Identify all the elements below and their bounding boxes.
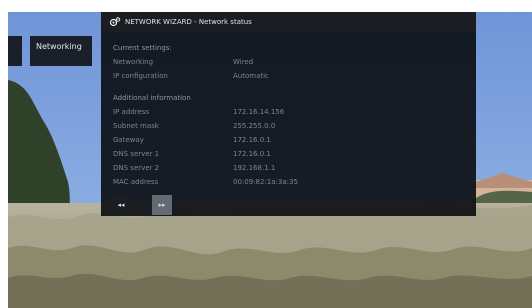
additional-information-heading: Additional information: [113, 94, 191, 102]
network-wizard-panel: NETWORK WIZARD - Network status Current …: [101, 12, 476, 216]
rewind-icon: ◂◂: [117, 201, 125, 209]
tv-screen: Networking NETWORK WIZARD - Network stat…: [8, 12, 532, 308]
sidebar-item-networking[interactable]: Networking: [30, 36, 92, 66]
dns-server-1-label: DNS server 1: [113, 150, 160, 158]
mac-address-label: MAC address: [113, 178, 159, 186]
sidebar-collapsed-tab[interactable]: [8, 36, 22, 66]
dns-server-2-label: DNS server 2: [113, 164, 160, 172]
gateway-value: 172.16.0.1: [233, 136, 271, 144]
dns-server-1-value: 172.16.0.1: [233, 150, 271, 158]
fast-forward-icon: ▸▸: [158, 201, 166, 209]
gear-icon: [109, 17, 121, 27]
window-title: NETWORK WIZARD - Network status: [125, 18, 252, 26]
next-button[interactable]: ▸▸: [152, 195, 172, 215]
ip-configuration-label: IP configuration: [113, 72, 168, 80]
subnet-mask-label: Subnet mask: [113, 122, 159, 130]
gateway-label: Gateway: [113, 136, 144, 144]
window-titlebar: NETWORK WIZARD - Network status: [101, 12, 476, 32]
networking-label: Networking: [113, 58, 154, 66]
current-settings-heading: Current settings:: [113, 44, 172, 52]
networking-value: Wired: [233, 58, 254, 66]
subnet-mask-value: 255.255.0.0: [233, 122, 276, 130]
ip-configuration-value: Automatic: [233, 72, 269, 80]
sidebar-item-label: Networking: [36, 42, 82, 51]
ip-address-label: IP address: [113, 108, 150, 116]
dns-server-2-value: 192.168.1.1: [233, 164, 276, 172]
previous-button[interactable]: ◂◂: [111, 195, 131, 215]
mac-address-value: 00:09:82:1a:3a:35: [233, 178, 298, 186]
ip-address-value: 172.16.14.156: [233, 108, 285, 116]
